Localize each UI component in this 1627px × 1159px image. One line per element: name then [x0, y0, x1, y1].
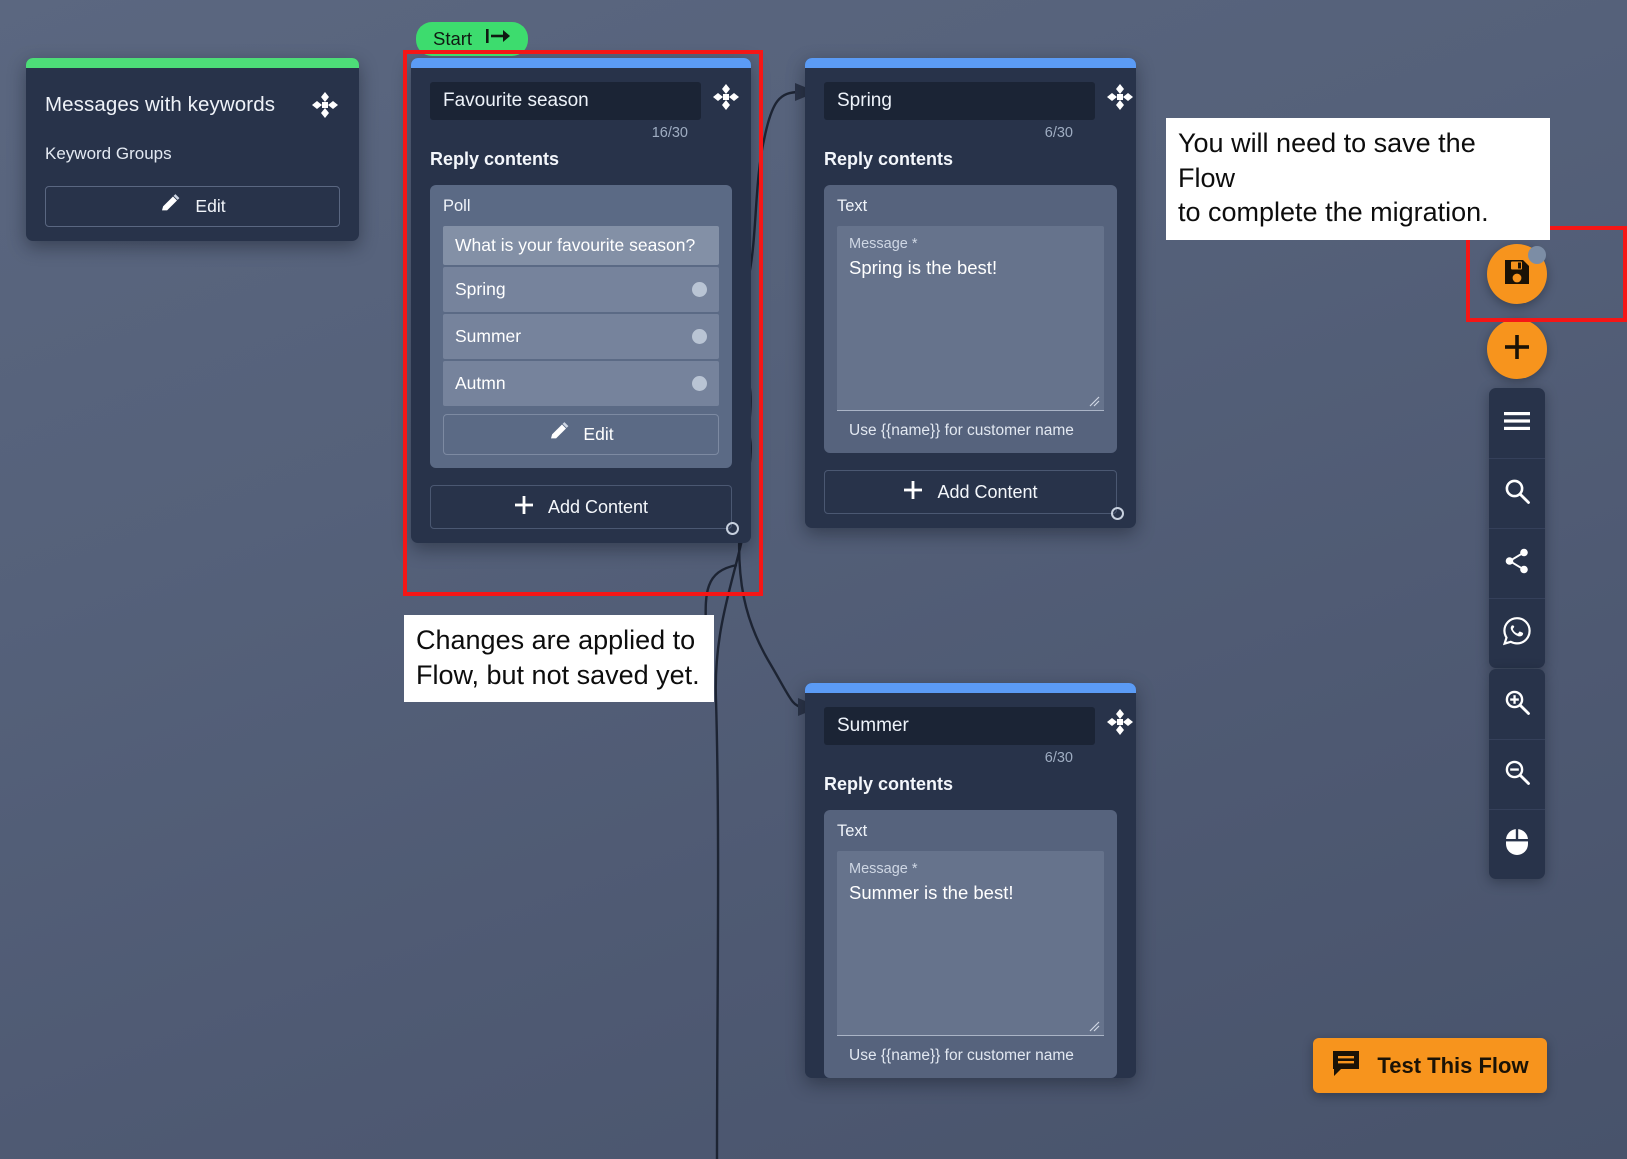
poll-question: What is your favourite season? [443, 226, 719, 265]
content-block-text[interactable]: Text Message * Summer is the best! Use {… [824, 810, 1117, 1078]
resize-grip-icon[interactable] [1088, 394, 1100, 407]
pencil-icon [159, 193, 181, 220]
node-accent-bar [26, 58, 359, 68]
plus-icon [514, 495, 534, 520]
reply-contents-label: Reply contents [430, 149, 560, 169]
content-block-kind: Text [837, 822, 868, 840]
resize-grip-icon[interactable] [1088, 1019, 1100, 1032]
node-title-input[interactable] [430, 82, 701, 120]
drag-move-icon[interactable] [1105, 82, 1135, 112]
content-block-kind: Poll [443, 197, 471, 215]
add-content-button[interactable]: Add Content [824, 470, 1117, 514]
node-output-port[interactable] [726, 522, 739, 535]
poll-option-port-icon[interactable] [692, 376, 707, 391]
hamburger-menu-icon [1503, 409, 1531, 438]
message-value: Summer is the best! [849, 882, 1014, 903]
share-button[interactable] [1489, 528, 1545, 598]
poll-option-row[interactable]: Summer [443, 314, 719, 359]
menu-button[interactable] [1489, 388, 1545, 458]
poll-option-row[interactable]: Spring [443, 267, 719, 312]
content-block-poll[interactable]: Poll What is your favourite season? Spri… [430, 185, 732, 468]
node-subtitle: Keyword Groups [45, 144, 172, 163]
reply-contents-label: Reply contents [824, 149, 954, 169]
whatsapp-icon [1502, 616, 1532, 651]
node-title-input[interactable] [824, 707, 1095, 745]
share-icon [1503, 547, 1531, 580]
search-button[interactable] [1489, 458, 1545, 528]
add-node-button[interactable] [1487, 319, 1547, 379]
add-content-label: Add Content [937, 481, 1038, 502]
edit-poll-button[interactable]: Edit [443, 414, 719, 455]
edit-label: Edit [583, 424, 614, 444]
add-content-button[interactable]: Add Content [430, 485, 732, 529]
flow-start-arrow-icon [485, 27, 511, 50]
test-flow-label: Test This Flow [1377, 1052, 1529, 1078]
plus-icon [903, 480, 923, 505]
poll-option-label: Autmn [455, 373, 506, 393]
annotation-save-note: You will need to save the Flow to comple… [1166, 118, 1550, 240]
node-spring[interactable]: 6/30 Reply contents Text Message * Sprin… [805, 58, 1136, 528]
message-hint: Use {{name}} for customer name [849, 1047, 1074, 1064]
node-accent-bar [411, 58, 751, 68]
node-title: Messages with keywords [45, 93, 276, 116]
node-summer[interactable]: 6/30 Reply contents Text Message * Summe… [805, 683, 1136, 1078]
add-content-label: Add Content [547, 496, 649, 517]
node-messages-with-keywords[interactable]: Messages with keywords Keyword Groups Ed… [26, 58, 359, 241]
zoom-in-icon [1503, 688, 1531, 721]
plus-icon [1503, 333, 1531, 366]
message-value: Spring is the best! [849, 257, 998, 278]
start-badge: Start [416, 22, 529, 56]
whatsapp-button[interactable] [1489, 598, 1545, 668]
message-hint: Use {{name}} for customer name [849, 422, 1074, 439]
node-poll-favourite-season[interactable]: 16/30 Reply contents Poll What is your f… [411, 58, 751, 543]
poll-option-row[interactable]: Autmn [443, 361, 719, 406]
node-accent-bar [805, 683, 1136, 693]
message-field-label: Message * [849, 236, 918, 252]
content-block-text[interactable]: Text Message * Spring is the best! Use {… [824, 185, 1117, 453]
zoom-out-button[interactable] [1489, 739, 1545, 809]
poll-option-label: Summer [455, 326, 522, 346]
poll-option-port-icon[interactable] [692, 329, 707, 344]
test-this-flow-button[interactable]: Test This Flow [1313, 1038, 1547, 1093]
start-label: Start [433, 27, 473, 49]
save-flow-button[interactable] [1487, 244, 1547, 304]
toolbar-primary[interactable] [1489, 388, 1545, 668]
node-output-port[interactable] [1111, 507, 1124, 520]
message-textarea[interactable]: Message * Spring is the best! [837, 226, 1104, 411]
drag-move-icon[interactable] [711, 82, 741, 112]
zoom-out-icon [1503, 758, 1531, 791]
flow-canvas[interactable]: Start Messages with keywords Keyword Gro… [0, 0, 1627, 1159]
save-disk-icon [1502, 257, 1532, 292]
annotation-changes-note: Changes are applied to Flow, but not sav… [404, 615, 714, 703]
mouse-mode-button[interactable] [1489, 809, 1545, 879]
reply-contents-label: Reply contents [824, 774, 954, 794]
edit-label: Edit [195, 196, 226, 216]
toolbar-zoom[interactable] [1489, 669, 1545, 879]
pencil-icon [548, 421, 570, 448]
drag-move-icon[interactable] [310, 90, 340, 120]
message-field-label: Message * [849, 861, 918, 877]
mouse-pointer-icon [1504, 827, 1530, 862]
title-char-count: 6/30 [1044, 750, 1073, 766]
zoom-in-button[interactable] [1489, 669, 1545, 739]
edit-keyword-groups-button[interactable]: Edit [45, 186, 340, 227]
content-block-kind: Text [837, 197, 868, 215]
poll-option-port-icon[interactable] [692, 282, 707, 297]
message-textarea[interactable]: Message * Summer is the best! [837, 851, 1104, 1036]
node-accent-bar [805, 58, 1136, 68]
chat-bubble-icon [1331, 1049, 1361, 1083]
poll-option-label: Spring [455, 279, 506, 299]
title-char-count: 6/30 [1044, 125, 1073, 141]
search-icon [1503, 477, 1531, 510]
node-title-input[interactable] [824, 82, 1095, 120]
title-char-count: 16/30 [651, 125, 688, 141]
unsaved-changes-badge [1528, 246, 1546, 264]
drag-move-icon[interactable] [1105, 707, 1135, 737]
